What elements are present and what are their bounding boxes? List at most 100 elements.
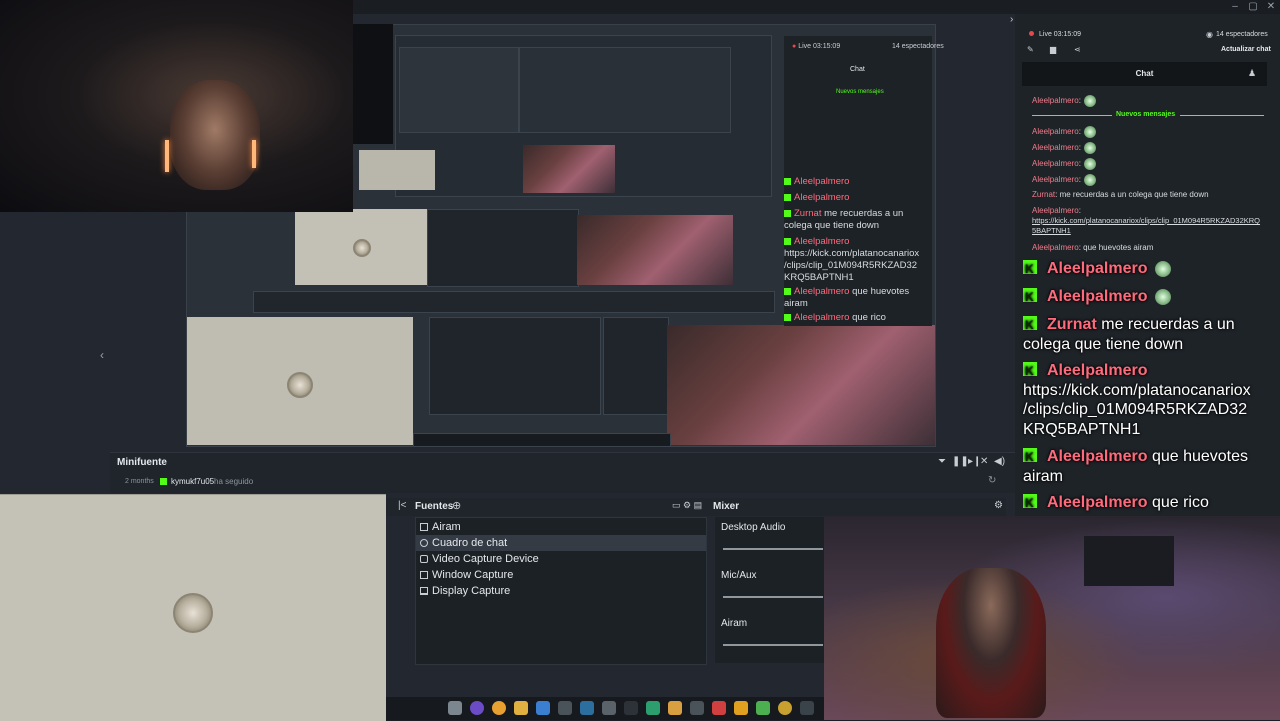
- chat-link[interactable]: https://kick.com/platanocanariox/clips/c…: [1032, 216, 1260, 226]
- chat-message: Aleelpalmero:: [1032, 158, 1096, 170]
- edge-icon[interactable]: [536, 701, 550, 715]
- pause-icon[interactable]: ❚❚: [952, 456, 969, 467]
- message-text: airam: [784, 298, 808, 309]
- username: Aleelpalmero: [794, 176, 850, 187]
- app-icon[interactable]: [624, 701, 638, 715]
- emote-icon: [1154, 288, 1171, 305]
- nested-webcam: [577, 215, 733, 285]
- username: Aleelpalmero: [1032, 96, 1079, 106]
- folder-icon[interactable]: [514, 701, 528, 715]
- steam-icon[interactable]: [580, 701, 594, 715]
- eye-icon: ◉: [1206, 30, 1213, 39]
- message-text: KRQ5BAPTNH1: [784, 272, 854, 283]
- chat-title: Chat: [850, 66, 865, 73]
- message-text: :: [1078, 143, 1081, 153]
- app-icon[interactable]: [800, 701, 814, 715]
- window-icon: [420, 571, 428, 579]
- source-label: Display Capture: [432, 585, 511, 597]
- username: Aleelpalmero: [794, 236, 850, 247]
- username: Aleelpalmero: [1047, 494, 1148, 511]
- source-item[interactable]: Display Capture: [416, 583, 706, 599]
- overlay-chat-line: Aleelpalmero que rico: [1023, 493, 1209, 513]
- users-icon[interactable]: ♟: [1248, 68, 1256, 79]
- username: Aleelpalmero: [1047, 448, 1148, 465]
- volume-meter[interactable]: [723, 548, 823, 550]
- live-timer: Live 03:15:09: [1039, 31, 1082, 38]
- live-label: Live 03:15:09: [798, 43, 841, 50]
- mini-chat-mirror: ● Live 03:15:09 14 espectadores Chat Nue…: [784, 36, 944, 326]
- volume-meter[interactable]: [723, 644, 823, 646]
- message-text: que huevotes: [1151, 448, 1249, 465]
- obs-icon[interactable]: [470, 701, 484, 715]
- refresh-icon[interactable]: ↻: [988, 475, 996, 486]
- close-button[interactable]: ✕: [1262, 0, 1280, 14]
- minimize-button[interactable]: –: [1226, 0, 1244, 14]
- app-icon[interactable]: [690, 701, 704, 715]
- source-item[interactable]: Window Capture: [416, 567, 706, 583]
- chat-message: Zurnat: me recuerdas a un colega que tie…: [1032, 190, 1209, 200]
- app-icon[interactable]: [646, 701, 660, 715]
- share-icon[interactable]: ⋖: [1074, 45, 1081, 54]
- username: Aleelpalmero: [794, 312, 850, 323]
- username: Aleelpalmero: [1032, 243, 1079, 252]
- message-text: :: [1078, 159, 1081, 169]
- source-actions-icon[interactable]: ▭ ⚙ ▤: [672, 500, 702, 511]
- monitor-shape: [1084, 536, 1174, 586]
- message-text: https://kick.com/platanocanariox: [784, 248, 920, 259]
- app-icon[interactable]: [558, 701, 572, 715]
- chrome-icon[interactable]: [492, 701, 506, 715]
- dock-toggle-icon[interactable]: |<: [398, 500, 406, 511]
- browser-source-icon: [420, 539, 428, 547]
- chat-message: Aleelpalmero: que huevotes airam: [1032, 243, 1153, 253]
- folder-icon[interactable]: ▆: [1050, 45, 1056, 54]
- username: Zurnat: [1047, 316, 1097, 333]
- pencil-icon[interactable]: ✎: [1027, 45, 1034, 54]
- separator: [1180, 115, 1264, 116]
- plus-icon[interactable]: ⊕: [452, 499, 461, 512]
- overlay-chat-line: https://kick.com/platanocanariox: [1023, 382, 1251, 399]
- chat-link[interactable]: 5BAPTNH1: [1032, 226, 1071, 236]
- avatar-icon: [287, 372, 313, 398]
- nested-minifuente-bar: [253, 291, 775, 313]
- source-item[interactable]: Airam: [416, 519, 706, 535]
- source-item[interactable]: Cuadro de chat: [416, 535, 706, 551]
- image-source-icon: [420, 523, 428, 531]
- source-label: Cuadro de chat: [432, 537, 508, 549]
- event-action: ha seguido: [214, 477, 254, 486]
- overlay-chat-line: Aleelpalmero: [1023, 361, 1147, 381]
- message-text: : me recuerdas a un colega que tiene dow…: [1055, 190, 1209, 199]
- volume-icon[interactable]: ◀): [994, 456, 1005, 467]
- mixer-channel-label: Mic/Aux: [721, 570, 757, 581]
- maximize-button[interactable]: ▢: [1244, 0, 1262, 14]
- app-icon[interactable]: [778, 701, 792, 715]
- message-text: colega que tiene down: [784, 220, 880, 231]
- message-text: :: [1078, 127, 1081, 137]
- source-item[interactable]: Video Capture Device: [416, 551, 706, 567]
- message-text: /clips/clip_01M094R5RKZAD32: [784, 260, 918, 271]
- emote-icon: [1083, 95, 1096, 107]
- message-text: que rico: [852, 312, 886, 323]
- emote-icon: [1154, 260, 1171, 277]
- settings-icon[interactable]: [602, 701, 616, 715]
- viewers-label: 14 espectadores: [892, 43, 944, 50]
- chevron-left-icon[interactable]: ‹: [100, 348, 104, 362]
- app-icon[interactable]: [712, 701, 726, 715]
- message-text: : que huevotes airam: [1078, 243, 1154, 252]
- emote-icon: [1083, 158, 1096, 170]
- message-text: que huevotes: [852, 286, 910, 297]
- update-chat-button[interactable]: Actualizar chat: [1221, 46, 1271, 53]
- mute-icon[interactable]: ✕: [980, 456, 988, 467]
- filter-icon[interactable]: ⏷: [938, 456, 946, 467]
- app-icon[interactable]: [756, 701, 770, 715]
- app-icon[interactable]: [668, 701, 682, 715]
- windows-icon[interactable]: [448, 701, 462, 715]
- gear-icon[interactable]: ⚙: [994, 500, 1003, 511]
- nested-panel: [427, 209, 579, 287]
- kick-badge-icon: [1023, 287, 1037, 307]
- username: Aleelpalmero: [1032, 175, 1079, 185]
- volume-meter[interactable]: [723, 596, 823, 598]
- chevron-right-icon[interactable]: ›: [1010, 14, 1013, 25]
- overlay-chat-line: /clips/clip_01M094R5RKZAD32: [1023, 401, 1248, 418]
- app-icon[interactable]: [734, 701, 748, 715]
- username: Aleelpalmero: [1047, 362, 1148, 379]
